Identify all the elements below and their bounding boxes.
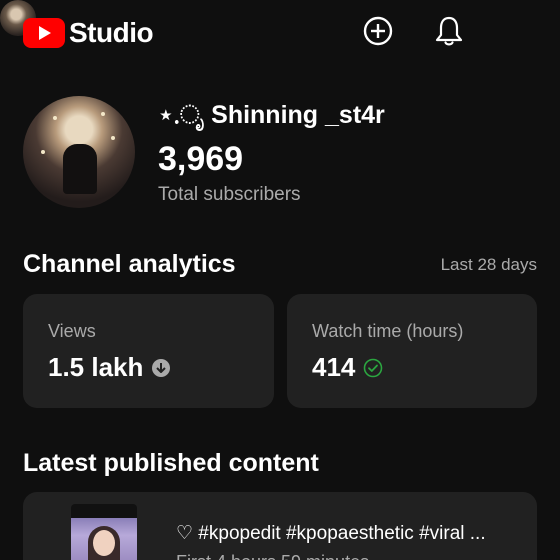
watch-time-value-row: 414 <box>312 352 383 383</box>
watch-time-value: 414 <box>312 352 356 382</box>
video-thumbnail <box>71 504 137 560</box>
youtube-logo-icon <box>23 18 65 48</box>
thumbnail-face <box>93 530 115 556</box>
watch-time-card[interactable]: Watch time (hours) 414 <box>287 294 537 408</box>
avatar-figure <box>63 144 97 194</box>
sparkle-decoration <box>53 116 57 120</box>
watch-time-label: Watch time (hours) <box>312 321 464 341</box>
views-value-row: 1.5 lakh <box>48 352 171 383</box>
app-name: Studio <box>69 17 154 48</box>
video-meta: First 4 hours 59 minutes <box>176 552 369 560</box>
sparkle-decoration <box>101 112 105 116</box>
arrow-down-circle-icon <box>151 358 171 378</box>
sparkle-decoration <box>41 150 45 154</box>
bell-icon[interactable] <box>432 14 466 48</box>
views-value: 1.5 lakh <box>48 352 144 382</box>
studio-logo[interactable]: Studio <box>23 17 154 49</box>
channel-name: ⋆.ೃ Shinning _st4r <box>158 101 385 129</box>
top-bar: Studio <box>0 0 560 64</box>
subscriber-label: Total subscribers <box>158 184 301 205</box>
check-circle-icon <box>363 358 383 378</box>
latest-content-title: Latest published content <box>23 449 319 477</box>
views-label: Views <box>48 321 96 341</box>
video-title: ♡ #kpopedit #kpopaesthetic #viral ... <box>176 523 486 544</box>
channel-avatar[interactable] <box>23 96 135 208</box>
analytics-title: Channel analytics <box>23 250 236 278</box>
latest-content-item[interactable]: ♡ #kpopedit #kpopaesthetic #viral ... Fi… <box>23 492 537 560</box>
views-card[interactable]: Views 1.5 lakh <box>23 294 274 408</box>
analytics-range: Last 28 days <box>440 255 537 274</box>
sparkle-decoration <box>111 136 115 140</box>
subscriber-count: 3,969 <box>158 140 244 178</box>
create-icon[interactable] <box>361 14 395 48</box>
